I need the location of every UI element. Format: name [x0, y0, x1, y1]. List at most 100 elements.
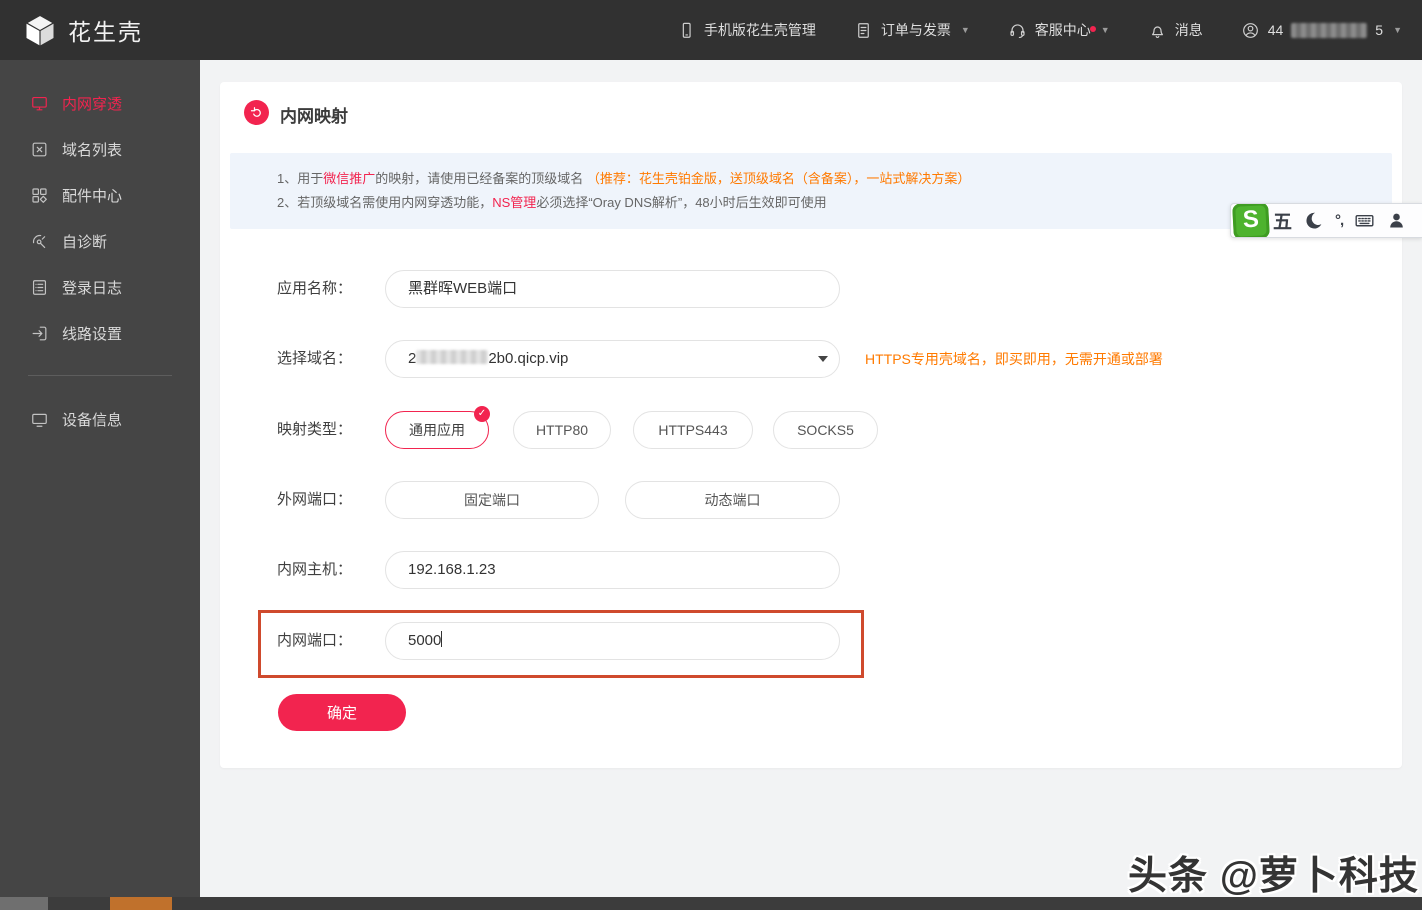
notice-number: 2、: [277, 195, 298, 210]
form-row-domain: 选择域名： 2 2b0.qicp.vip HTTPS专用壳域名，即买即用，无需开通…: [220, 340, 1402, 378]
confirm-button[interactable]: 确定: [278, 694, 406, 731]
notice-text: 若顶级域名需使用内网穿透功能，: [297, 195, 493, 210]
nav-messages[interactable]: 消息: [1148, 20, 1203, 40]
top-nav-menu: 手机版花生壳管理 订单与发票 ▼ 客服中心 ▼ 消息 44 5 ▼: [677, 20, 1402, 40]
notice-promo-link[interactable]: （推荐：花生壳铂金版，送顶级域名（含备案），一站式解决方案）: [587, 171, 971, 186]
map-type-option-http80[interactable]: HTTP80: [513, 411, 611, 449]
form-row-map-type: 映射类型： 通用应用 ✓ HTTP80 HTTPS443 SOCKS5: [220, 406, 1402, 449]
internal-host-label: 内网主机：: [277, 561, 353, 578]
notice-panel: 1、用于微信推广的映射，请使用已经备案的顶级域名 （推荐：花生壳铂金版，送顶级域…: [230, 153, 1392, 229]
account-number-prefix: 44: [1267, 22, 1284, 38]
nav-mobile-admin[interactable]: 手机版花生壳管理: [677, 20, 816, 40]
text-caret: [441, 631, 443, 647]
nav-orders-invoices[interactable]: 订单与发票 ▼: [854, 20, 970, 40]
account-number-suffix: 5: [1375, 22, 1384, 38]
selected-check-icon: ✓: [474, 406, 490, 422]
domain-label: 选择域名：: [277, 350, 353, 367]
app-name-label: 应用名称：: [277, 280, 353, 297]
form-row-external-port: 外网端口： 固定端口 动态端口: [220, 481, 1402, 519]
sidebar-item-label: 自诊断: [62, 233, 108, 251]
sogou-logo-icon[interactable]: S: [1232, 204, 1270, 237]
radar-diagnose-icon: [32, 234, 46, 248]
headset-icon: [1010, 23, 1025, 38]
invoice-icon: [858, 22, 869, 38]
nav-orders-label: 订单与发票: [880, 22, 951, 38]
grid-parts-icon: [32, 187, 47, 203]
domain-box-icon: [32, 142, 47, 156]
map-type-option-socks5[interactable]: SOCKS5: [773, 411, 878, 449]
app-name-value: 黑群晖WEB端口: [408, 280, 518, 297]
internal-port-input[interactable]: 5000: [385, 622, 840, 660]
domain-select[interactable]: 2 2b0.qicp.vip: [385, 340, 840, 378]
external-port-label: 外网端口：: [277, 491, 353, 508]
ime-wrench-icon[interactable]: [1418, 210, 1422, 231]
sidebar-item-label: 线路设置: [62, 325, 123, 343]
sidebar: 内网穿透 域名列表 配件中心 自诊断 登录日志 线路设置 设备信息: [0, 60, 200, 897]
option-label: SOCKS5: [797, 422, 854, 438]
sidebar-item-route-settings[interactable]: 线路设置: [0, 310, 200, 356]
sidebar-item-login-log[interactable]: 登录日志: [0, 264, 200, 310]
map-type-option-https443[interactable]: HTTPS443: [633, 411, 753, 449]
external-port-option-fixed[interactable]: 固定端口: [385, 481, 599, 519]
notice-highlight-red[interactable]: NS管理: [492, 195, 536, 210]
internal-port-label: 内网端口：: [277, 632, 353, 649]
back-button[interactable]: [244, 100, 269, 125]
user-icon: [1242, 22, 1258, 38]
sidebar-item-label: 设备信息: [62, 411, 123, 429]
form-row-app-name: 应用名称： 黑群晖WEB端口: [220, 270, 1402, 308]
log-document-icon: [32, 279, 47, 295]
map-type-label: 映射类型：: [277, 421, 353, 438]
sidebar-item-intranet-penetration[interactable]: 内网穿透: [0, 80, 200, 126]
censored-domain-part: [416, 350, 489, 364]
chevron-down-icon: ▼: [1393, 25, 1402, 35]
external-port-option-dynamic[interactable]: 动态端口: [625, 481, 840, 519]
ime-user-icon[interactable]: [1386, 210, 1407, 231]
map-type-option-general[interactable]: 通用应用 ✓: [385, 406, 490, 449]
select-caret-icon[interactable]: [818, 356, 828, 362]
app-window: 花生壳 手机版花生壳管理 订单与发票 ▼ 客服中心 ▼ 消息 44 5 ▼ 内网…: [0, 0, 1422, 910]
sidebar-item-domain-list[interactable]: 域名列表: [0, 126, 200, 172]
notice-text: 的映射，请使用已经备案的顶级域名: [375, 171, 587, 186]
notice-number: 1、: [277, 171, 298, 186]
ime-fullwidth-moon-icon[interactable]: [1303, 210, 1324, 231]
app-name-input[interactable]: 黑群晖WEB端口: [385, 270, 840, 308]
nav-messages-label: 消息: [1174, 22, 1203, 38]
sidebar-item-accessories-center[interactable]: 配件中心: [0, 172, 200, 218]
internal-host-value: 192.168.1.23: [408, 561, 496, 578]
ime-mode-wubi[interactable]: 五: [1273, 207, 1292, 234]
sidebar-item-label: 登录日志: [62, 279, 123, 297]
ime-punctuation-mode[interactable]: °,: [1335, 212, 1344, 229]
nav-account[interactable]: 44 5 ▼: [1241, 21, 1402, 40]
sidebar-item-label: 域名列表: [62, 141, 123, 159]
https-domain-hint: HTTPS专用壳域名，即买即用，无需开通或部署: [865, 351, 1163, 367]
notice-text: 用于: [297, 171, 324, 186]
bottom-bar-segment-gray: [0, 897, 48, 910]
route-arrow-icon: [32, 326, 47, 340]
brand-logo[interactable]: 花生壳: [22, 12, 143, 48]
nav-support-center[interactable]: 客服中心 ▼: [1008, 20, 1110, 40]
sidebar-item-label: 内网穿透: [62, 95, 123, 113]
sidebar-item-device-info[interactable]: 设备信息: [0, 396, 200, 442]
option-label: HTTPS443: [658, 422, 728, 438]
mapping-form-card: 内网映射 1、用于微信推广的映射，请使用已经备案的顶级域名 （推荐：花生壳铂金版…: [220, 82, 1402, 768]
device-monitor-icon: [32, 413, 47, 427]
chevron-down-icon: ▼: [1100, 25, 1110, 35]
notice-text: 必须选择“Oray DNS解析”，48小时后生效即可使用: [536, 195, 827, 210]
internal-host-input[interactable]: 192.168.1.23: [385, 551, 840, 589]
sidebar-divider: [28, 375, 172, 376]
notice-highlight-red[interactable]: 微信推广: [323, 171, 375, 186]
option-label: 固定端口: [464, 492, 520, 508]
main-content: 内网映射 1、用于微信推广的映射，请使用已经备案的顶级域名 （推荐：花生壳铂金版…: [200, 60, 1422, 897]
chevron-down-icon: ▼: [960, 25, 970, 35]
undo-arrow-icon: [250, 107, 261, 117]
ime-keyboard-icon[interactable]: [1354, 210, 1375, 231]
form-row-internal-host: 内网主机： 192.168.1.23: [220, 551, 1402, 589]
page-title: 内网映射: [280, 107, 348, 126]
mobile-phone-icon: [682, 22, 691, 38]
domain-value-suffix: 2b0.qicp.vip: [488, 350, 569, 367]
option-label: 通用应用: [409, 422, 465, 438]
ime-toolbar: S 五 °,: [1230, 203, 1422, 238]
top-navbar: 花生壳 手机版花生壳管理 订单与发票 ▼ 客服中心 ▼ 消息 44 5 ▼: [0, 0, 1422, 60]
notice-line-1: 1、用于微信推广的映射，请使用已经备案的顶级域名 （推荐：花生壳铂金版，送顶级域…: [277, 167, 1392, 191]
sidebar-item-self-diagnosis[interactable]: 自诊断: [0, 218, 200, 264]
